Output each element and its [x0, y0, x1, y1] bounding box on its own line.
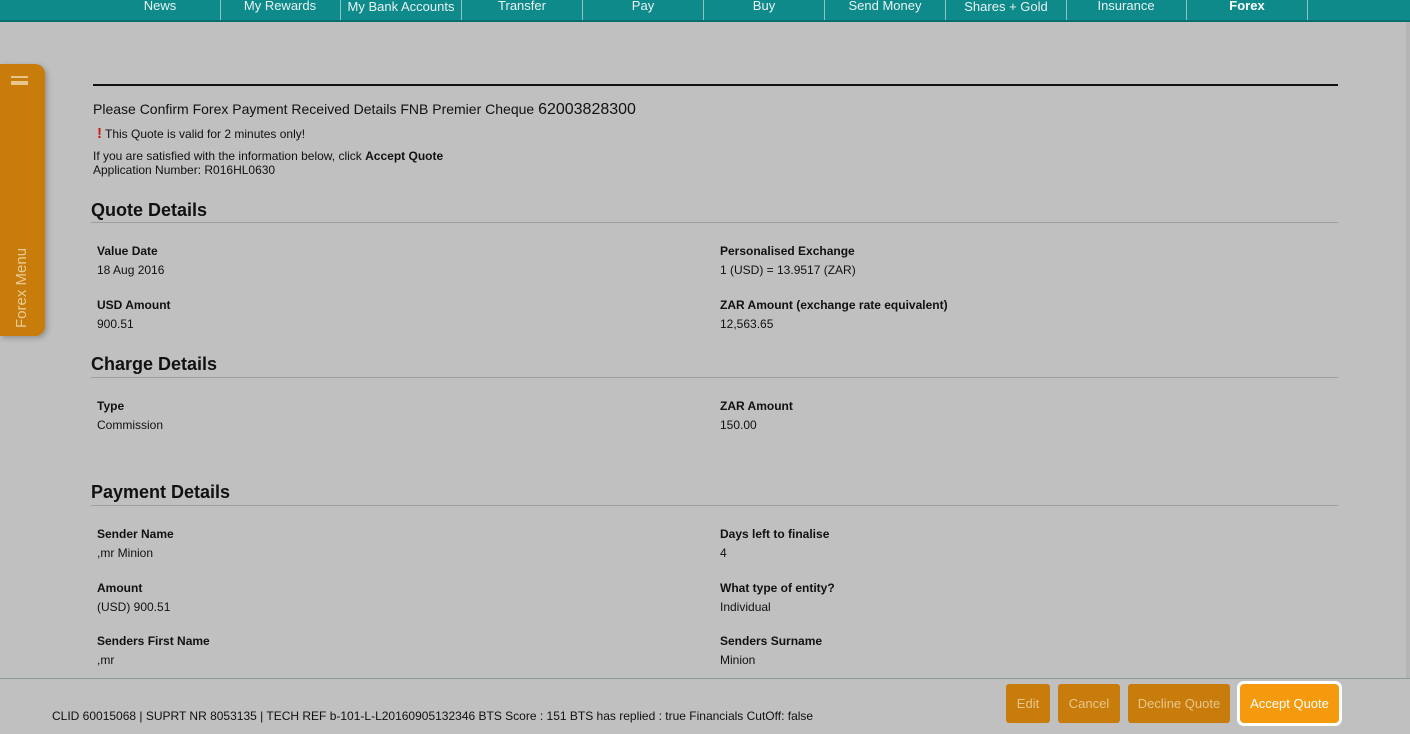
- usd-amount-label: USD Amount: [97, 298, 171, 312]
- nav-item-forex[interactable]: Forex: [1187, 0, 1308, 20]
- top-divider: [93, 84, 1338, 86]
- exchange-value: 1 (USD) = 13.9517 (ZAR): [720, 263, 856, 277]
- footer-info: CLID 60015068 | SUPRT NR 8053135 | TECH …: [52, 709, 814, 723]
- surname: Minion: [720, 653, 756, 667]
- nav-item-insurance[interactable]: Insurance: [1066, 0, 1187, 20]
- valid-text: This Quote is valid for 2 minutes only!: [105, 127, 306, 141]
- nav-item-pay[interactable]: Pay: [583, 0, 704, 20]
- nav-item-shares-gold[interactable]: Shares + Gold: [946, 0, 1067, 20]
- top-navigation: News My Rewards My Bank Accounts Transfe…: [0, 0, 1410, 22]
- amount: (USD) 900.51: [97, 600, 171, 614]
- first-name-label: Senders First Name: [97, 634, 210, 648]
- usd-amount: 900.51: [97, 317, 134, 331]
- exchange-label: Personalised Exchange: [720, 244, 855, 258]
- cancel-button[interactable]: Cancel: [1058, 684, 1120, 723]
- hamburger-icon[interactable]: [11, 76, 28, 85]
- entity: Individual: [720, 600, 771, 614]
- zar-amount-label: ZAR Amount (exchange rate equivalent): [720, 298, 948, 312]
- surname-label: Senders Surname: [720, 634, 823, 648]
- scrollbar[interactable]: [1406, 22, 1410, 678]
- nav-item-my-bank-accounts[interactable]: My Bank Accounts: [341, 0, 462, 20]
- accept-quote-mention: Accept Quote: [365, 149, 444, 163]
- days-left: 4: [720, 546, 727, 560]
- confirm-text: Please Confirm Forex Payment Received De…: [93, 101, 535, 117]
- forex-menu-label: Forex Menu: [13, 247, 30, 328]
- accept-quote-button[interactable]: Accept Quote: [1237, 681, 1342, 726]
- charge-zar-label: ZAR Amount: [720, 399, 793, 413]
- entity-label: What type of entity?: [720, 581, 835, 595]
- confirm-heading: Please Confirm Forex Payment Received De…: [93, 101, 636, 119]
- charge-details-title: Charge Details: [91, 354, 218, 374]
- first-name: ,mr: [97, 653, 115, 667]
- charge-type-label: Type: [97, 399, 125, 413]
- nav-item-my-rewards[interactable]: My Rewards: [220, 0, 341, 20]
- quote-details-divider: [91, 222, 1338, 223]
- instructions: If you are satisfied with the informatio…: [93, 149, 443, 177]
- payment-details-divider: [91, 505, 1338, 506]
- charge-details-divider: [91, 377, 1338, 378]
- zar-amount: 12,563.65: [720, 317, 774, 331]
- edit-button[interactable]: Edit: [1006, 684, 1050, 723]
- value-date: 18 Aug 2016: [97, 263, 165, 277]
- days-left-label: Days left to finalise: [720, 527, 830, 541]
- sender-name-label: Sender Name: [97, 527, 174, 541]
- amount-label: Amount: [97, 581, 143, 595]
- warning-icon: !: [97, 125, 102, 142]
- forex-menu-tab[interactable]: Forex Menu: [0, 64, 45, 336]
- application-number: Application Number: R016HL0630: [93, 163, 276, 177]
- nav-item-transfer[interactable]: Transfer: [462, 0, 583, 20]
- charge-type: Commission: [97, 418, 164, 432]
- nav-item-send-money[interactable]: Send Money: [825, 0, 946, 20]
- account-number: 62003828300: [538, 101, 636, 118]
- satisfied-text: If you are satisfied with the informatio…: [93, 149, 362, 163]
- value-date-label: Value Date: [97, 244, 158, 258]
- payment-details-title: Payment Details: [91, 482, 231, 502]
- nav-item-buy[interactable]: Buy: [704, 0, 825, 20]
- quote-details-title: Quote Details: [91, 200, 208, 220]
- validity-warning: ! This Quote is valid for 2 minutes only!: [97, 125, 305, 142]
- nav-item-news[interactable]: News: [100, 0, 221, 20]
- charge-zar-value: 150.00: [720, 418, 757, 432]
- sender-name: ,mr Minion: [97, 546, 154, 560]
- decline-quote-button[interactable]: Decline Quote: [1128, 684, 1230, 723]
